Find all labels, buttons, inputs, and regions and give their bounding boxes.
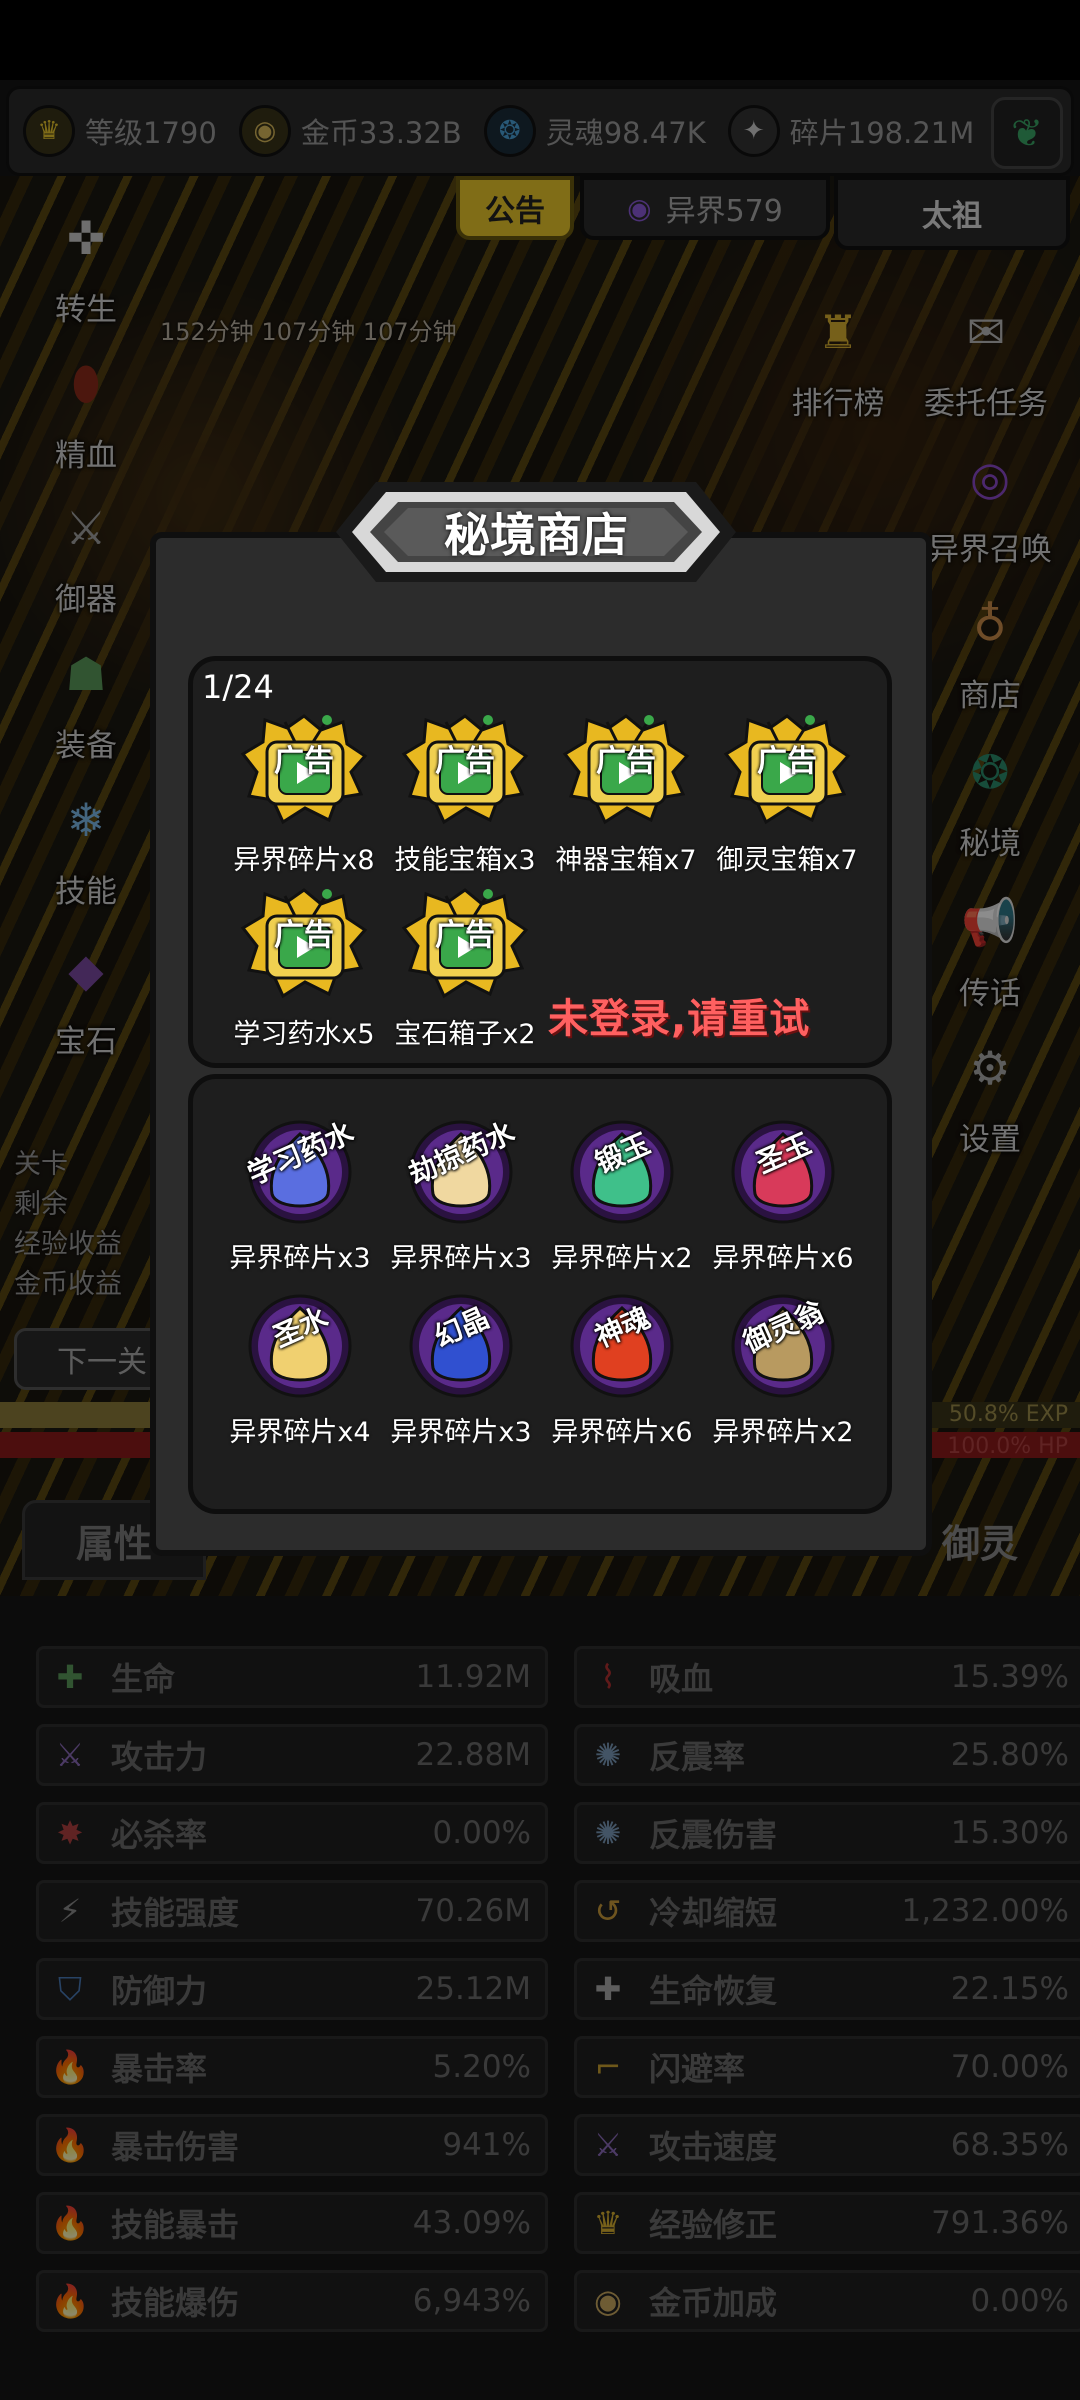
modal-title-banner: 秘境商店 [336,462,736,602]
page-indicator: 1/24 [202,668,274,706]
ad-reward-item[interactable]: 广告宝石箱子x2 [385,886,545,1056]
shop-item-price: 异界碎片x4 [229,1417,371,1448]
ad-reward-item[interactable]: 广告异界碎片x8 [224,712,384,882]
shop-item[interactable]: 圣玉 异界碎片x6 [703,1110,863,1280]
ad-reward-label: 学习药水x5 [233,1019,375,1050]
ad-badge: 广告 [435,744,495,779]
ad-badge: 广告 [596,744,656,779]
shop-item-price: 异界碎片x2 [551,1243,693,1274]
shop-item-price: 异界碎片x3 [390,1417,532,1448]
ad-reward-item[interactable]: 广告神器宝箱x7 [546,712,706,882]
shop-item-price: 异界碎片x6 [551,1417,693,1448]
shop-item[interactable]: 劫掠药水 异界碎片x3 [381,1110,541,1280]
ad-reward-label: 技能宝箱x3 [394,845,536,876]
ad-reward-label: 御灵宝箱x7 [716,845,858,876]
shop-item[interactable]: 学习药水 异界碎片x3 [220,1110,380,1280]
shop-item[interactable]: 神魂 异界碎片x6 [542,1284,702,1454]
shop-item-price: 异界碎片x3 [229,1243,371,1274]
shop-item[interactable]: 御灵翁 异界碎片x2 [703,1284,863,1454]
shop-item-price: 异界碎片x6 [712,1243,854,1274]
shop-item[interactable]: 幻晶 异界碎片x3 [381,1284,541,1454]
status-bar [0,0,1080,80]
ad-badge: 广告 [274,744,334,779]
ad-reward-label: 神器宝箱x7 [555,845,697,876]
ad-reward-item[interactable]: 广告御灵宝箱x7 [707,712,867,882]
shop-item[interactable]: 锻玉 异界碎片x2 [542,1110,702,1280]
shop-item-price: 异界碎片x2 [712,1417,854,1448]
ad-reward-label: 宝石箱子x2 [394,1019,536,1050]
ad-badge: 广告 [274,918,334,953]
shop-item-price: 异界碎片x3 [390,1243,532,1274]
ad-reward-item[interactable]: 广告技能宝箱x3 [385,712,545,882]
ad-reward-item[interactable]: 广告学习药水x5 [224,886,384,1056]
ad-badge: 广告 [757,744,817,779]
ad-badge: 广告 [435,918,495,953]
login-error-text: 未登录,请重试 [548,996,811,1042]
ad-reward-label: 异界碎片x8 [233,845,375,876]
shop-item[interactable]: 圣水 异界碎片x4 [220,1284,380,1454]
modal-title: 秘境商店 [444,508,628,562]
